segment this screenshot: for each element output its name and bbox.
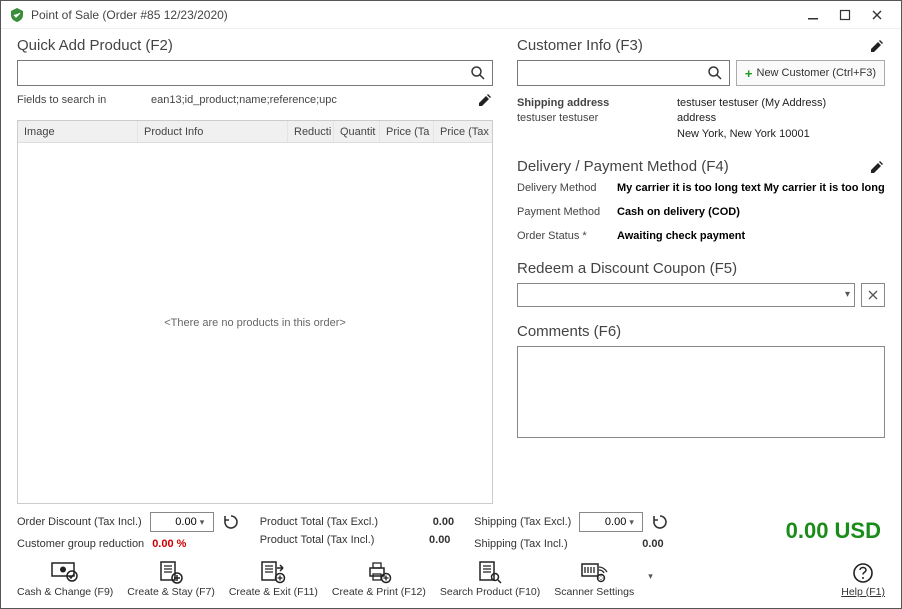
col-price-incl[interactable]: Price (Tax I	[434, 121, 492, 142]
document-search-icon	[477, 560, 503, 584]
help-button[interactable]: Help (F1)	[841, 562, 885, 598]
shipping-name: testuser testuser	[517, 111, 617, 126]
cash-icon	[50, 561, 80, 583]
cash-change-button[interactable]: Cash & Change (F9)	[17, 560, 113, 598]
col-product-info[interactable]: Product Info	[138, 121, 288, 142]
address-line-1: testuser testuser (My Address)	[677, 96, 885, 111]
document-add-icon	[158, 560, 184, 584]
col-reduction[interactable]: Reducti	[288, 121, 334, 142]
search-product-button[interactable]: Search Product (F10)	[440, 560, 540, 598]
delivery-method-value: My carrier it is too long text My carrie…	[617, 181, 885, 197]
document-exit-icon	[259, 560, 287, 584]
grid-empty-message: <There are no products in this order>	[18, 143, 492, 503]
customer-search-input[interactable]	[524, 66, 707, 80]
product-total-excl-label: Product Total (Tax Excl.)	[260, 516, 378, 528]
comments-input[interactable]	[517, 346, 885, 438]
maximize-button[interactable]	[829, 3, 861, 27]
refresh-shipping-icon[interactable]	[651, 513, 669, 531]
quick-add-title: Quick Add Product (F2)	[17, 37, 493, 54]
product-total-excl-value: 0.00	[414, 516, 454, 528]
shipping-excl-label: Shipping (Tax Excl.)	[474, 516, 571, 528]
quick-add-search[interactable]	[17, 60, 493, 86]
comments-title: Comments (F6)	[517, 323, 885, 340]
coupon-title: Redeem a Discount Coupon (F5)	[517, 260, 885, 277]
shipping-incl-label: Shipping (Tax Incl.)	[474, 538, 568, 550]
customer-info-title: Customer Info (F3)	[517, 37, 885, 54]
clear-coupon-button[interactable]	[861, 283, 885, 307]
grand-total: 0.00 USD	[689, 518, 885, 544]
chevron-down-icon: ▾	[197, 517, 205, 528]
customer-search[interactable]	[517, 60, 730, 86]
payment-method-value: Cash on delivery (COD)	[617, 205, 885, 220]
chevron-down-icon: ▾	[626, 517, 634, 528]
app-window: Point of Sale (Order #85 12/23/2020) Qui…	[0, 0, 902, 609]
delivery-payment-title: Delivery / Payment Method (F4)	[517, 158, 885, 175]
scanner-icon	[579, 560, 609, 584]
shipping-input[interactable]	[586, 516, 626, 528]
customer-group-label: Customer group reduction	[17, 538, 144, 550]
create-print-button[interactable]: Create & Print (F12)	[332, 560, 426, 598]
search-fields-label: Fields to search in	[17, 94, 147, 106]
scanner-settings-button[interactable]: Scanner Settings	[554, 560, 634, 598]
refresh-discount-icon[interactable]	[222, 513, 240, 531]
col-price-excl[interactable]: Price (Ta	[380, 121, 434, 142]
search-icon	[470, 65, 486, 81]
plus-icon: +	[745, 66, 753, 81]
product-total-incl-label: Product Total (Tax Incl.)	[260, 534, 375, 546]
address-line-3: New York, New York 10001	[677, 127, 885, 142]
edit-delivery-icon[interactable]	[869, 159, 885, 175]
search-fields-value: ean13;id_product;name;reference;upc	[147, 92, 471, 108]
products-grid: Image Product Info Reducti Quantit Price…	[17, 120, 493, 504]
order-discount-label: Order Discount (Tax Incl.)	[17, 516, 142, 528]
col-image[interactable]: Image	[18, 121, 138, 142]
minimize-button[interactable]	[797, 3, 829, 27]
order-status-value: Awaiting check payment	[617, 229, 885, 244]
order-status-label: Order Status *	[517, 229, 617, 244]
search-icon	[707, 65, 723, 81]
product-total-incl-value: 0.00	[410, 534, 450, 546]
chevron-down-icon: ▾	[845, 289, 850, 300]
order-discount-spinner[interactable]: ▾	[150, 512, 214, 532]
new-customer-button[interactable]: + New Customer (Ctrl+F3)	[736, 60, 885, 86]
app-icon	[9, 7, 25, 23]
coupon-dropdown[interactable]: ▾	[517, 283, 855, 307]
close-icon	[868, 290, 878, 300]
help-icon	[852, 562, 874, 584]
quick-add-input[interactable]	[24, 66, 470, 80]
printer-add-icon	[365, 560, 393, 584]
search-fields-row: Fields to search in ean13;id_product;nam…	[17, 92, 493, 108]
create-exit-button[interactable]: Create & Exit (F11)	[229, 560, 318, 598]
close-button[interactable]	[861, 3, 893, 27]
payment-method-label: Payment Method	[517, 205, 617, 220]
shipping-spinner[interactable]: ▾	[579, 512, 643, 532]
window-title: Point of Sale (Order #85 12/23/2020)	[31, 8, 797, 22]
col-quantity[interactable]: Quantit	[334, 121, 380, 142]
address-line-2: address	[677, 111, 885, 126]
customer-group-value: 0.00 %	[152, 538, 186, 550]
titlebar: Point of Sale (Order #85 12/23/2020)	[1, 1, 901, 29]
edit-customer-icon[interactable]	[869, 38, 885, 54]
edit-fields-icon[interactable]	[477, 92, 493, 108]
shipping-address-label: Shipping address	[517, 96, 617, 111]
shipping-incl-value: 0.00	[624, 538, 664, 550]
create-stay-button[interactable]: Create & Stay (F7)	[127, 560, 215, 598]
footer-menu-caret[interactable]: ▾	[648, 571, 653, 598]
delivery-method-label: Delivery Method	[517, 181, 617, 197]
order-discount-input[interactable]	[157, 516, 197, 528]
coupon-input[interactable]	[522, 287, 845, 302]
